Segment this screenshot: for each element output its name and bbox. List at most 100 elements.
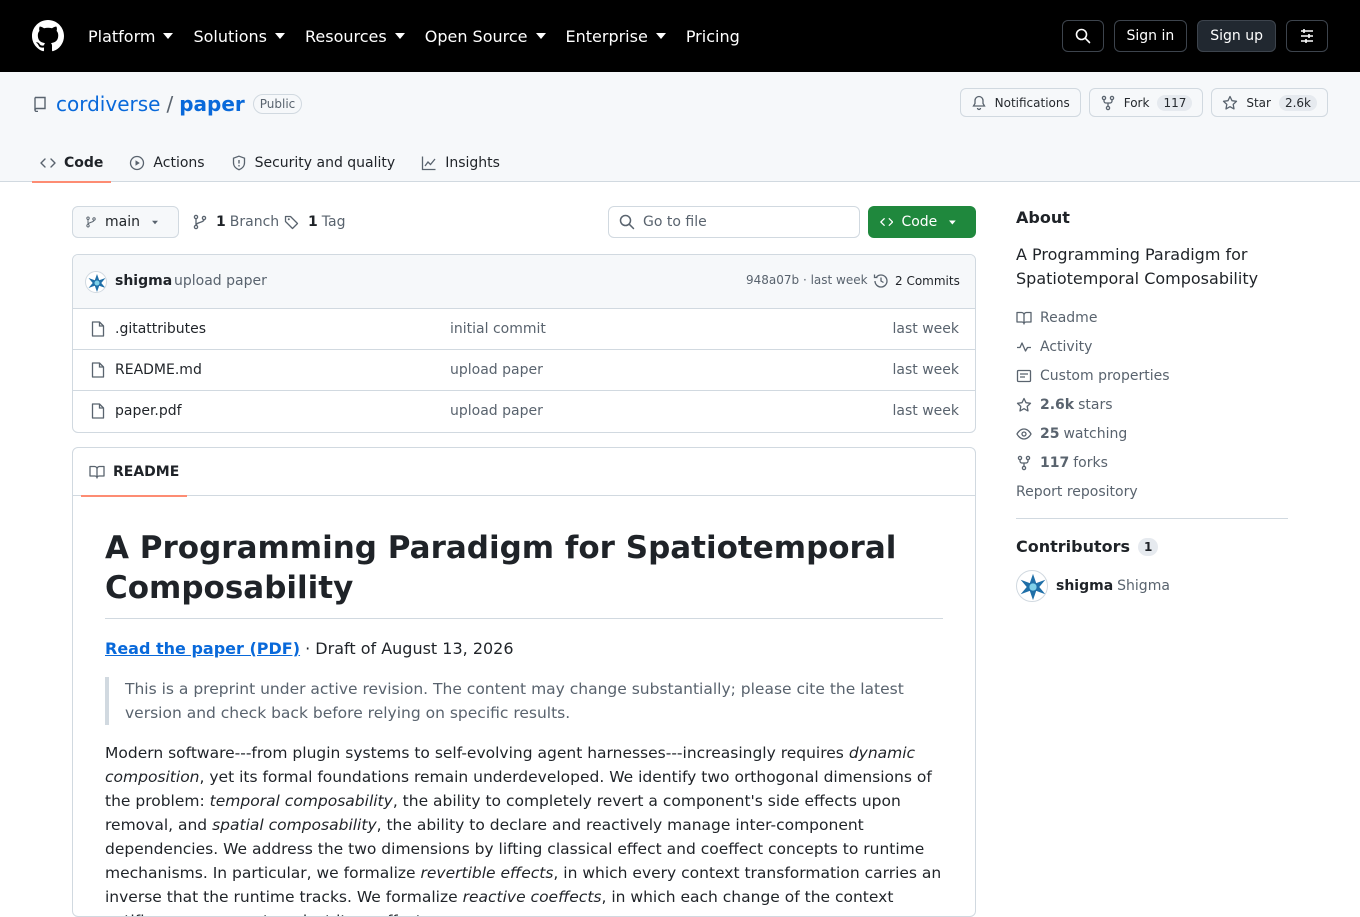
chevron-down-icon (394, 33, 405, 39)
file-name-link[interactable]: .gitattributes (115, 321, 206, 337)
branch-label: Branch (229, 214, 280, 230)
forks-count: 117 (1040, 454, 1070, 471)
note-icon (1016, 369, 1032, 382)
abstract-emphasis: spatial composability (212, 816, 377, 834)
forks-link[interactable]: 117 forks (1016, 448, 1288, 477)
readme-tab[interactable]: README (81, 448, 188, 497)
fork-button[interactable]: Fork 117 (1088, 88, 1204, 117)
search-button[interactable] (1061, 20, 1104, 52)
about-sidebar: About A Programming Paradigm for Spatiot… (1016, 206, 1288, 602)
table-row[interactable]: paper.pdf upload paper last week (73, 391, 975, 432)
contributor-login[interactable]: shigma (1056, 578, 1113, 594)
custom-properties-link[interactable]: Custom properties (1016, 361, 1288, 390)
branches-link[interactable]: 1 Branch (192, 206, 279, 238)
tab-insights[interactable]: Insights (413, 144, 508, 182)
tag-count: 1 (308, 214, 318, 230)
tab-actions-label: Actions (153, 155, 205, 171)
about-title: About (1016, 208, 1070, 227)
fork-icon (1017, 455, 1031, 470)
file-commit-message[interactable]: initial commit (450, 321, 546, 337)
preprint-note: This is a preprint under active revision… (105, 677, 943, 725)
go-to-file-input[interactable]: Go to file (608, 206, 860, 238)
activity-link[interactable]: Activity (1016, 332, 1288, 361)
abstract-text: Modern software---from plugin systems to… (105, 744, 849, 762)
watchers-link[interactable]: 25 watching (1016, 419, 1288, 448)
file-name-link[interactable]: README.md (115, 362, 202, 378)
watching-label: watching (1063, 425, 1128, 442)
search-icon (619, 214, 635, 230)
table-row[interactable]: README.md upload paper last week (73, 350, 975, 391)
fork-icon (1101, 95, 1114, 110)
menu-button[interactable] (1286, 20, 1328, 52)
tab-actions[interactable]: Actions (121, 144, 212, 182)
tab-insights-label: Insights (445, 155, 500, 171)
nav-enterprise[interactable]: Enterprise (566, 27, 666, 46)
chevron-down-icon (949, 219, 956, 225)
repo-owner-link[interactable]: cordiverse (56, 92, 160, 116)
contributors-count: 1 (1138, 537, 1159, 556)
readme-tab-label: README (113, 464, 180, 480)
tab-code[interactable]: Code (32, 144, 112, 183)
commit-message-link[interactable]: upload paper (174, 273, 267, 289)
nav-open-source-label: Open Source (424, 26, 528, 46)
table-row[interactable]: .gitattributes initial commit last week (73, 309, 975, 350)
visibility-badge: Public (252, 94, 303, 114)
github-logo-icon[interactable] (32, 20, 64, 52)
nav-enterprise-label: Enterprise (565, 26, 648, 46)
contributor-name: Shigma (1117, 578, 1170, 594)
git-branch-icon (86, 216, 96, 228)
contributors-heading[interactable]: Contributors 1 (1016, 537, 1288, 556)
avatar[interactable] (85, 271, 107, 293)
commit-count-label: 2 Commits (895, 274, 960, 288)
branch-name: main (105, 214, 140, 230)
code-icon (880, 218, 894, 226)
readme-link-label: Readme (1040, 309, 1098, 326)
git-branch-icon (193, 214, 207, 230)
history-icon (873, 274, 888, 288)
chevron-down-icon (535, 33, 546, 39)
commit-hash-time[interactable]: 948a07b · last week (746, 273, 868, 287)
stars-link[interactable]: 2.6k stars (1016, 390, 1288, 419)
notifications-button[interactable]: Notifications (959, 88, 1081, 117)
branch-selector[interactable]: main (72, 206, 179, 238)
latest-commit-row: shigma upload paper 948a07b · last week … (73, 255, 975, 309)
repo-title: cordiverse / paper Public (32, 92, 303, 116)
repo-tabs: Code Actions Security and quality Insigh… (32, 144, 518, 183)
tab-security[interactable]: Security and quality (223, 144, 404, 182)
nav-open-source[interactable]: Open Source (425, 27, 546, 46)
star-button[interactable]: Star 2.6k (1211, 88, 1328, 117)
nav-solutions[interactable]: Solutions (193, 27, 285, 46)
readme-link[interactable]: Readme (1016, 303, 1288, 332)
sign-up-button[interactable]: Sign up (1197, 20, 1276, 52)
fork-label: Fork (1123, 95, 1150, 110)
star-icon (1223, 95, 1238, 110)
report-repository-link[interactable]: Report repository (1016, 477, 1288, 506)
repo-description: A Programming Paradigm for Spatiotempora… (1016, 245, 1259, 288)
avatar-star-icon (88, 274, 106, 292)
stars-label: stars (1078, 396, 1113, 413)
commits-link[interactable]: 2 Commits (873, 273, 960, 289)
repo-name-link[interactable]: paper (179, 92, 245, 116)
file-name-link[interactable]: paper.pdf (115, 403, 182, 419)
code-dropdown-button[interactable]: Code (868, 206, 976, 238)
commit-author-link[interactable]: shigma (115, 273, 172, 289)
avatar[interactable] (1016, 570, 1048, 602)
contributor-item[interactable]: shigma Shigma (1016, 570, 1288, 602)
file-commit-message[interactable]: upload paper (450, 362, 543, 378)
nav-resources[interactable]: Resources (305, 27, 405, 46)
tags-link[interactable]: 1 Tag (284, 206, 345, 238)
nav-pricing-label: Pricing (685, 26, 740, 46)
file-commit-message[interactable]: upload paper (450, 403, 543, 419)
file-icon (91, 321, 105, 337)
nav-pricing[interactable]: Pricing (686, 27, 740, 46)
file-commit-date: last week (892, 403, 960, 419)
code-icon (40, 158, 56, 168)
tab-code-label: Code (64, 155, 104, 171)
readme-content: A Programming Paradigm for Spatiotempora… (105, 528, 943, 916)
nav-platform-label: Platform (88, 26, 156, 46)
tag-icon (284, 215, 299, 230)
read-paper-link[interactable]: Read the paper (PDF) (105, 639, 300, 658)
bell-icon (971, 95, 986, 110)
nav-platform[interactable]: Platform (88, 26, 174, 46)
sign-in-button[interactable]: Sign in (1113, 20, 1188, 52)
